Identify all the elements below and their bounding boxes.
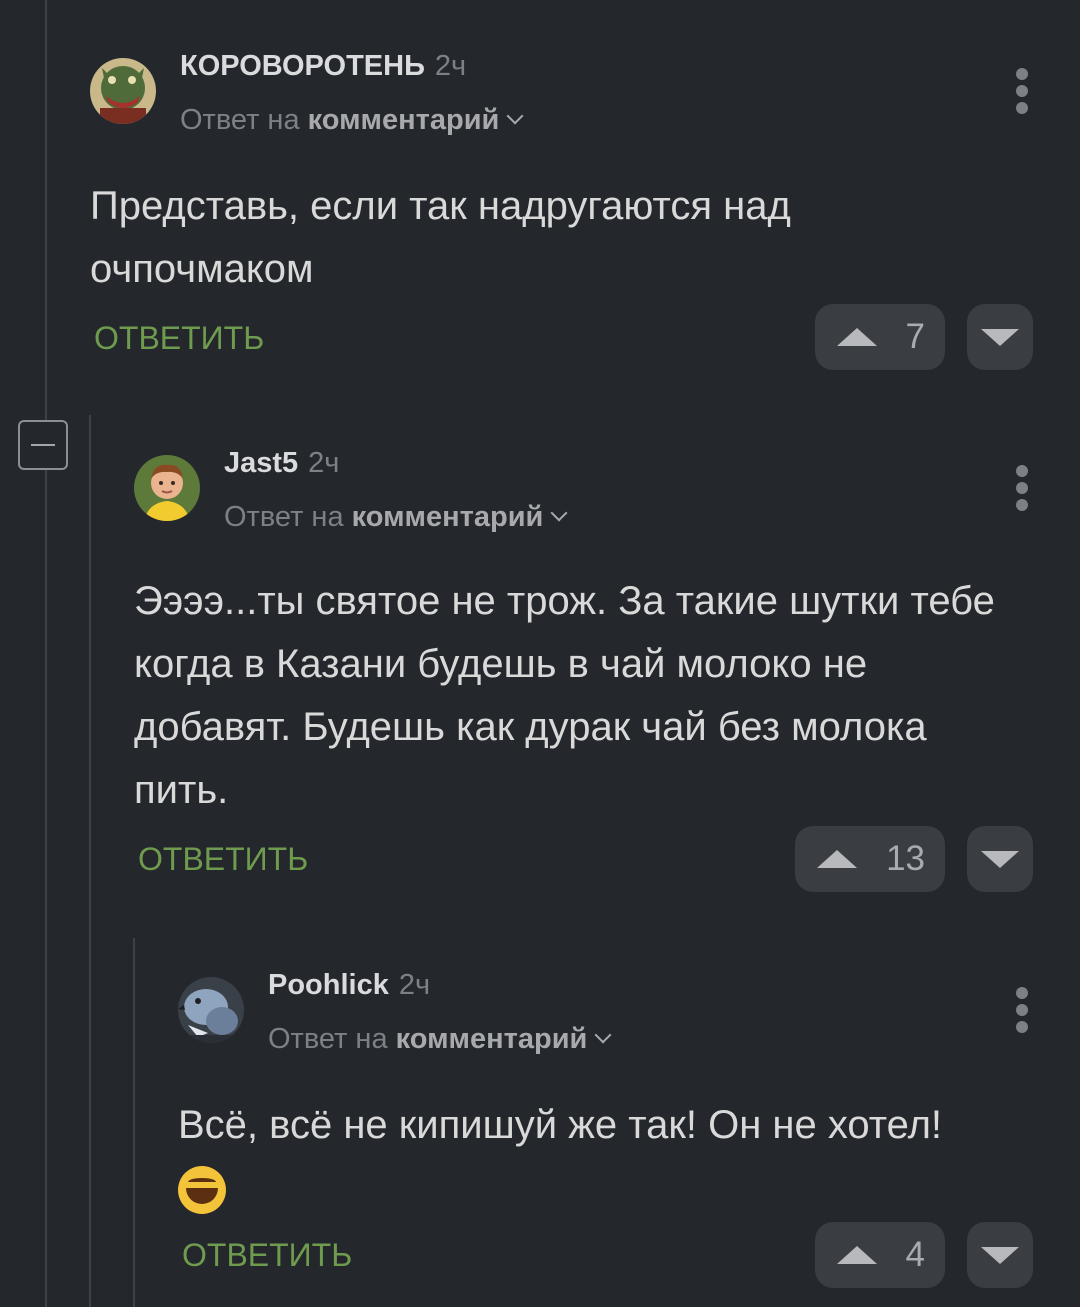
face-with-tears-of-joy-icon — [178, 1166, 226, 1215]
arrow-down-icon — [981, 329, 1019, 346]
more-options-icon[interactable] — [1014, 987, 1030, 1037]
reply-button[interactable]: ОТВЕТИТЬ — [138, 841, 308, 878]
author-row: Jast5 2ч — [224, 445, 339, 481]
upvote-button[interactable]: 7 — [815, 304, 945, 370]
avatar-monster-icon[interactable] — [90, 58, 156, 124]
reply-to-link[interactable]: комментарий — [396, 1023, 588, 1055]
chevron-down-icon[interactable] — [550, 504, 568, 522]
rating-count: 13 — [886, 839, 925, 878]
upvote-button[interactable]: 13 — [795, 826, 945, 892]
author-row: КОРОВОРОТЕНЬ 2ч — [180, 48, 466, 84]
downvote-button[interactable] — [967, 304, 1033, 370]
reply-button[interactable]: ОТВЕТИТЬ — [182, 1237, 352, 1274]
arrow-up-icon — [817, 850, 857, 868]
author-name[interactable]: КОРОВОРОТЕНЬ — [180, 50, 425, 82]
reply-button[interactable]: ОТВЕТИТЬ — [94, 320, 264, 357]
reply-to-prefix: Ответ на — [224, 501, 344, 533]
arrow-up-icon — [837, 1246, 877, 1264]
comment-body: Всё, всё не кипишуй же так! Он не хотел! — [178, 1094, 1020, 1220]
avatar-boy-icon[interactable] — [134, 455, 200, 521]
author-row: Poohlick 2ч — [268, 967, 430, 1003]
comment-time: 2ч — [308, 447, 340, 479]
thread-line-level-1[interactable] — [89, 415, 91, 1307]
comment-time: 2ч — [398, 969, 431, 1001]
chevron-down-icon[interactable] — [506, 107, 524, 125]
arrow-up-icon — [837, 328, 877, 346]
reply-to-link[interactable]: комментарий — [308, 104, 500, 136]
comment-time: 2ч — [434, 50, 467, 82]
reply-to-row[interactable]: Ответ на комментарий — [224, 499, 568, 535]
more-options-icon[interactable] — [1014, 465, 1030, 515]
rating-count: 4 — [905, 1235, 925, 1274]
comment-text: Всё, всё не кипишуй же так! Он не хотел! — [178, 1103, 943, 1147]
arrow-down-icon — [981, 851, 1019, 868]
reply-to-prefix: Ответ на — [180, 104, 300, 136]
downvote-button[interactable] — [967, 826, 1033, 892]
upvote-button[interactable]: 4 — [815, 1222, 945, 1288]
arrow-down-icon — [981, 1247, 1019, 1264]
thread-line-level-0[interactable] — [45, 0, 47, 1307]
reply-to-row[interactable]: Ответ на комментарий — [268, 1021, 612, 1057]
author-name[interactable]: Poohlick — [268, 969, 389, 1001]
more-options-icon[interactable] — [1014, 68, 1030, 118]
comment-text: Представь, если так надругаются над очпо… — [90, 184, 791, 291]
reply-to-row[interactable]: Ответ на комментарий — [180, 102, 524, 138]
thread-line-level-2[interactable] — [133, 938, 135, 1307]
downvote-button[interactable] — [967, 1222, 1033, 1288]
comment-text: Ээээ...ты святое не трож. За такие шутки… — [134, 579, 995, 812]
chevron-down-icon[interactable] — [594, 1026, 612, 1044]
collapse-thread-button[interactable] — [18, 420, 68, 470]
author-name[interactable]: Jast5 — [224, 447, 298, 479]
avatar-pigeon-icon[interactable] — [178, 977, 244, 1043]
comments-thread: КОРОВОРОТЕНЬ 2ч Ответ на комментарий Пред… — [0, 0, 1080, 1307]
rating-count: 7 — [905, 317, 925, 356]
reply-to-prefix: Ответ на — [268, 1023, 388, 1055]
reply-to-link[interactable]: комментарий — [352, 501, 544, 533]
